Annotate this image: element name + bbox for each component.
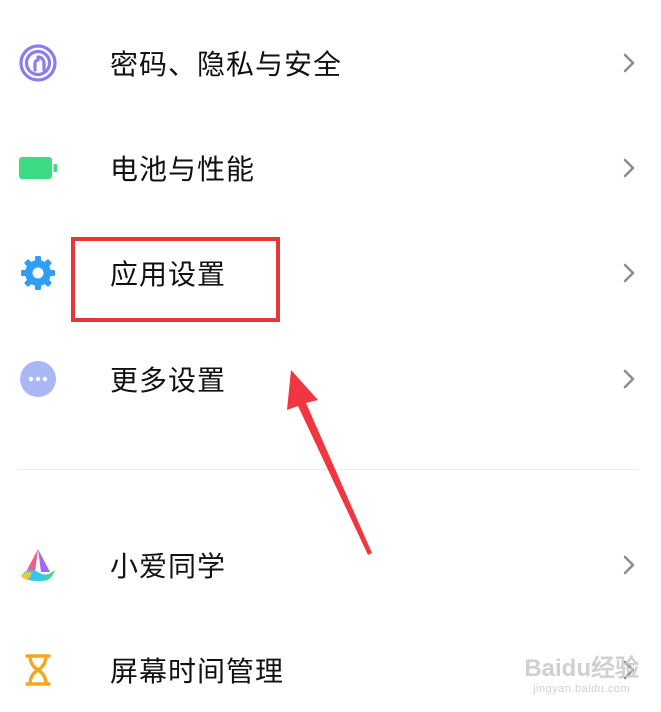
xiaoai-assistant-icon xyxy=(18,545,58,585)
chevron-right-icon xyxy=(623,263,635,283)
settings-item-label: 电池与性能 xyxy=(110,153,256,186)
fingerprint-icon xyxy=(18,43,58,83)
settings-item-battery-performance[interactable]: 电池与性能 xyxy=(0,126,661,210)
watermark-main: Baidu经验 xyxy=(524,655,639,682)
baidu-watermark: Baidu经验 jingyan.baidu.com xyxy=(524,648,639,695)
hourglass-icon xyxy=(18,650,58,690)
highlight-box xyxy=(71,237,280,322)
gear-icon xyxy=(18,253,58,293)
settings-item-more-settings[interactable]: 更多设置 xyxy=(0,337,661,421)
more-dots-icon xyxy=(18,359,58,399)
settings-item-label: 小爱同学 xyxy=(110,550,227,583)
settings-item-label: 更多设置 xyxy=(110,364,227,397)
section-divider xyxy=(18,469,638,470)
chevron-right-icon xyxy=(623,53,635,73)
settings-list: 密码、隐私与安全 电池与性能 应用设置 更多设置 小爱同学 屏幕时间管理 xyxy=(0,0,661,701)
settings-item-xiaoai[interactable]: 小爱同学 xyxy=(0,523,661,607)
chevron-right-icon xyxy=(623,369,635,389)
settings-item-label: 屏幕时间管理 xyxy=(110,655,285,688)
settings-item-label: 密码、隐私与安全 xyxy=(110,48,343,81)
chevron-right-icon xyxy=(623,555,635,575)
chevron-right-icon xyxy=(623,158,635,178)
watermark-url: jingyan.baidu.com xyxy=(533,683,631,695)
settings-item-privacy-security[interactable]: 密码、隐私与安全 xyxy=(0,21,661,105)
battery-icon xyxy=(18,148,58,188)
